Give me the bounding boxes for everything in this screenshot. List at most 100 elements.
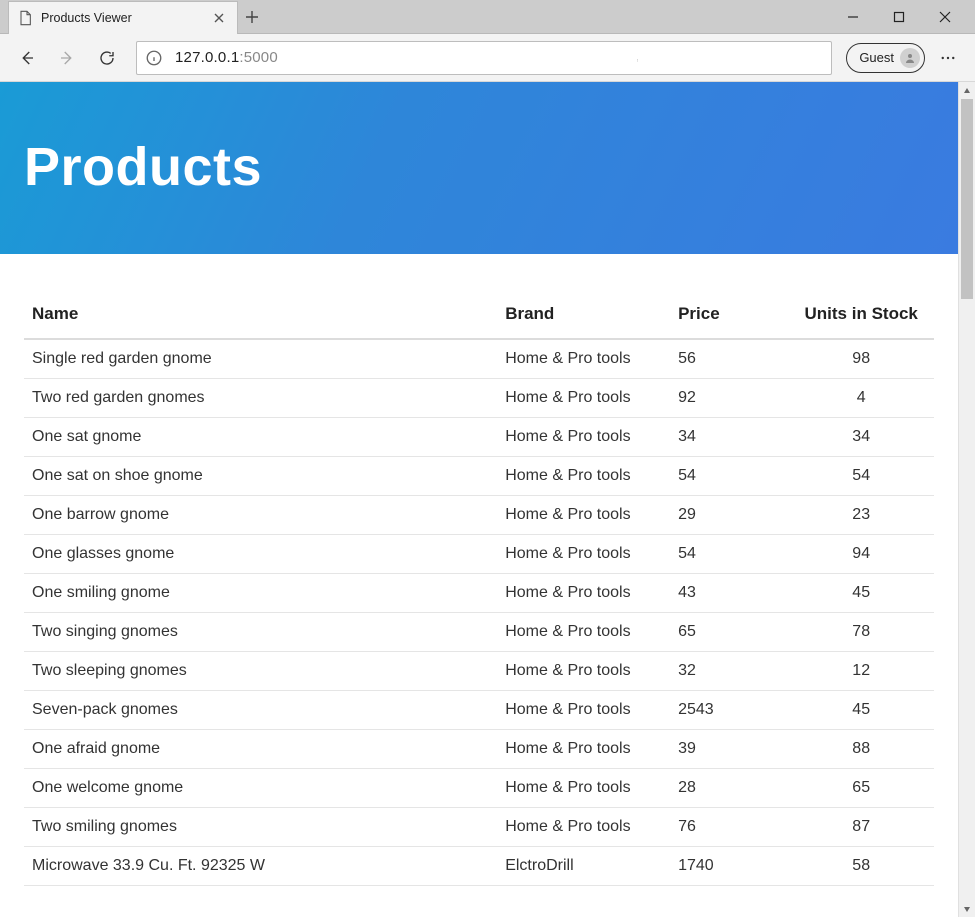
cell-brand: Home & Pro tools [497, 730, 670, 769]
page-hero: Products [0, 82, 958, 254]
table-row: Two sleeping gnomesHome & Pro tools3212 [24, 652, 934, 691]
cell-stock: 4 [788, 379, 934, 418]
col-header-stock: Units in Stock [788, 286, 934, 339]
window-close-button[interactable] [931, 3, 959, 31]
table-row: One glasses gnomeHome & Pro tools5494 [24, 535, 934, 574]
cell-price: 34 [670, 418, 788, 457]
cell-price: 92 [670, 379, 788, 418]
address-bar[interactable]: 127.0.0.1:5000 [136, 41, 832, 75]
cell-stock: 34 [788, 418, 934, 457]
cell-price: 29 [670, 496, 788, 535]
profile-guest-button[interactable]: Guest [846, 43, 925, 73]
nav-back-button[interactable] [8, 39, 46, 77]
cell-stock: 45 [788, 574, 934, 613]
cell-brand: Home & Pro tools [497, 496, 670, 535]
table-row: One afraid gnomeHome & Pro tools3988 [24, 730, 934, 769]
cell-price: 43 [670, 574, 788, 613]
nav-refresh-button[interactable] [88, 39, 126, 77]
scroll-thumb[interactable] [961, 99, 973, 299]
cell-brand: Home & Pro tools [497, 808, 670, 847]
window-maximize-button[interactable] [885, 3, 913, 31]
table-header-row: Name Brand Price Units in Stock [24, 286, 934, 339]
window-controls [839, 0, 971, 34]
products-table: Name Brand Price Units in Stock Single r… [24, 286, 934, 886]
cell-price: 54 [670, 535, 788, 574]
site-info-icon[interactable] [145, 49, 163, 67]
window-titlebar: Products Viewer [0, 0, 975, 34]
cell-price: 76 [670, 808, 788, 847]
table-row: Two red garden gnomesHome & Pro tools924 [24, 379, 934, 418]
cell-brand: Home & Pro tools [497, 418, 670, 457]
table-row: One welcome gnomeHome & Pro tools2865 [24, 769, 934, 808]
table-row: Single red garden gnomeHome & Pro tools5… [24, 339, 934, 379]
file-icon [17, 10, 33, 26]
cell-price: 56 [670, 339, 788, 379]
cell-name: One welcome gnome [24, 769, 497, 808]
cell-brand: ElctroDrill [497, 847, 670, 886]
cell-name: One afraid gnome [24, 730, 497, 769]
url-host: 127.0.0.1 [175, 49, 239, 66]
page-title: Products [24, 136, 958, 198]
cell-stock: 98 [788, 339, 934, 379]
cell-brand: Home & Pro tools [497, 769, 670, 808]
cell-stock: 88 [788, 730, 934, 769]
cell-price: 1740 [670, 847, 788, 886]
cell-brand: Home & Pro tools [497, 379, 670, 418]
col-header-brand: Brand [497, 286, 670, 339]
cell-name: One glasses gnome [24, 535, 497, 574]
url-text: 127.0.0.1:5000 [175, 49, 278, 66]
cell-price: 2543 [670, 691, 788, 730]
cell-name: Two sleeping gnomes [24, 652, 497, 691]
cell-name: One barrow gnome [24, 496, 497, 535]
cell-name: One sat on shoe gnome [24, 457, 497, 496]
cell-stock: 23 [788, 496, 934, 535]
table-row: Microwave 33.9 Cu. Ft. 92325 WElctroDril… [24, 847, 934, 886]
table-row: Two smiling gnomesHome & Pro tools7687 [24, 808, 934, 847]
cell-brand: Home & Pro tools [497, 457, 670, 496]
cell-price: 28 [670, 769, 788, 808]
cell-stock: 78 [788, 613, 934, 652]
col-header-price: Price [670, 286, 788, 339]
cell-brand: Home & Pro tools [497, 652, 670, 691]
table-row: Two singing gnomesHome & Pro tools6578 [24, 613, 934, 652]
cell-brand: Home & Pro tools [497, 535, 670, 574]
page-content: Products Name Brand Price Units in Stock… [0, 82, 958, 917]
cell-stock: 65 [788, 769, 934, 808]
cell-stock: 87 [788, 808, 934, 847]
cell-price: 32 [670, 652, 788, 691]
cell-stock: 58 [788, 847, 934, 886]
scroll-up-button[interactable] [959, 82, 975, 99]
window-minimize-button[interactable] [839, 3, 867, 31]
table-row: Seven-pack gnomesHome & Pro tools254345 [24, 691, 934, 730]
cell-name: Two singing gnomes [24, 613, 497, 652]
scroll-track[interactable] [959, 99, 975, 900]
cell-name: Two smiling gnomes [24, 808, 497, 847]
cell-price: 65 [670, 613, 788, 652]
viewport: Products Name Brand Price Units in Stock… [0, 82, 975, 917]
table-row: One smiling gnomeHome & Pro tools4345 [24, 574, 934, 613]
more-menu-button[interactable] [929, 39, 967, 77]
table-row: One sat on shoe gnomeHome & Pro tools545… [24, 457, 934, 496]
cell-price: 39 [670, 730, 788, 769]
profile-label: Guest [859, 50, 894, 65]
cell-name: One smiling gnome [24, 574, 497, 613]
table-row: One sat gnomeHome & Pro tools3434 [24, 418, 934, 457]
cell-name: One sat gnome [24, 418, 497, 457]
nav-forward-button[interactable] [48, 39, 86, 77]
scroll-down-button[interactable] [959, 900, 975, 917]
table-row: One barrow gnomeHome & Pro tools2923 [24, 496, 934, 535]
vertical-scrollbar[interactable] [958, 82, 975, 917]
url-port: :5000 [239, 49, 278, 66]
browser-tab[interactable]: Products Viewer [8, 1, 238, 34]
cell-brand: Home & Pro tools [497, 339, 670, 379]
cell-stock: 94 [788, 535, 934, 574]
cell-brand: Home & Pro tools [497, 691, 670, 730]
text-cursor-icon [637, 49, 638, 69]
cell-name: Single red garden gnome [24, 339, 497, 379]
browser-toolbar: 127.0.0.1:5000 Guest [0, 34, 975, 82]
tab-close-button[interactable] [211, 10, 227, 26]
avatar-icon [900, 48, 920, 68]
cell-stock: 12 [788, 652, 934, 691]
new-tab-button[interactable] [238, 0, 266, 33]
cell-brand: Home & Pro tools [497, 613, 670, 652]
